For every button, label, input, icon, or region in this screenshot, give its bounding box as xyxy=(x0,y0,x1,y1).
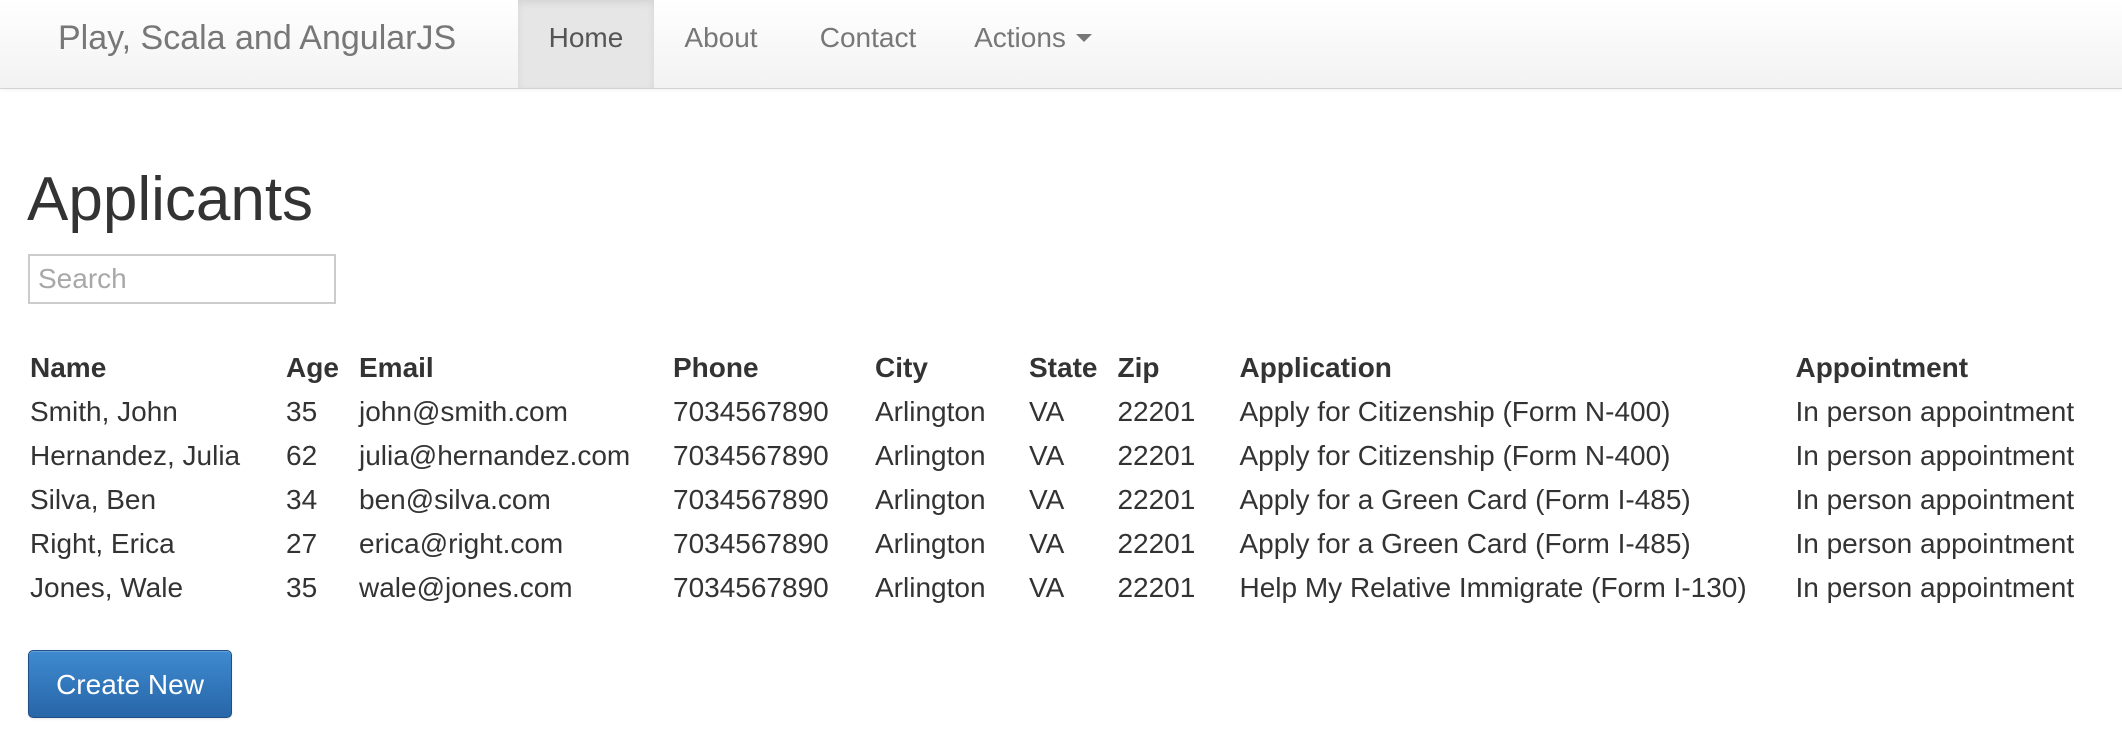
cell-age: 34 xyxy=(286,484,318,515)
cell-name: Jones, Wale xyxy=(30,572,184,603)
cell-city: Arlington xyxy=(875,572,986,603)
cell-state: VA xyxy=(1029,440,1065,471)
cell-phone: 7034567890 xyxy=(673,484,829,515)
column-header-application[interactable]: Application xyxy=(1229,346,1785,390)
cell-city: Arlington xyxy=(875,440,986,471)
cell-application: Help My Relative Immigrate (Form I-130) xyxy=(1239,572,1747,603)
cell-state: VA xyxy=(1029,396,1065,427)
table-row[interactable]: Hernandez, Julia 62 julia@hernandez.com … xyxy=(20,434,2105,478)
nav-item-about[interactable]: About xyxy=(654,0,788,88)
column-header-age[interactable]: Age xyxy=(276,346,349,390)
table-row[interactable]: Jones, Wale 35 wale@jones.com 7034567890… xyxy=(20,566,2105,610)
cell-phone: 7034567890 xyxy=(673,572,829,603)
column-header-state[interactable]: State xyxy=(1019,346,1107,390)
cell-appointment: In person appointment xyxy=(1795,484,2075,515)
table-header-row: Name Age Email Phone City State Zip Appl… xyxy=(20,346,2105,390)
cell-appointment: In person appointment xyxy=(1795,440,2075,471)
cell-name: Right, Erica xyxy=(30,528,175,559)
cell-phone: 7034567890 xyxy=(673,440,829,471)
cell-application: Apply for a Green Card (Form I-485) xyxy=(1239,528,1691,559)
cell-zip: 22201 xyxy=(1117,396,1196,427)
column-header-phone[interactable]: Phone xyxy=(663,346,865,390)
nav-item-label: Actions xyxy=(974,22,1066,53)
cell-age: 35 xyxy=(286,396,318,427)
cell-age: 62 xyxy=(286,440,318,471)
cell-phone: 7034567890 xyxy=(673,528,829,559)
table-row[interactable]: Right, Erica 27 erica@right.com 70345678… xyxy=(20,522,2105,566)
nav-item-actions-dropdown[interactable]: Actions xyxy=(948,0,1118,88)
cell-zip: 22201 xyxy=(1117,572,1196,603)
nav-item-home[interactable]: Home xyxy=(518,0,654,88)
cell-zip: 22201 xyxy=(1117,440,1196,471)
caret-down-icon xyxy=(1075,33,1092,42)
column-header-email[interactable]: Email xyxy=(349,346,663,390)
nav-item-label: Home xyxy=(548,22,624,53)
nav-item-label: Contact xyxy=(819,22,917,53)
column-header-city[interactable]: City xyxy=(865,346,1019,390)
cell-state: VA xyxy=(1029,572,1065,603)
cell-zip: 22201 xyxy=(1117,484,1196,515)
cell-state: VA xyxy=(1029,528,1065,559)
cell-application: Apply for Citizenship (Form N-400) xyxy=(1239,396,1671,427)
search-input[interactable] xyxy=(28,254,336,304)
page-title: Applicants xyxy=(27,165,314,234)
cell-state: VA xyxy=(1029,484,1065,515)
column-header-name[interactable]: Name xyxy=(20,346,276,390)
cell-city: Arlington xyxy=(875,484,986,515)
nav-item-contact[interactable]: Contact xyxy=(788,0,948,88)
nav-item-label: About xyxy=(684,22,758,53)
cell-zip: 22201 xyxy=(1117,528,1196,559)
cell-application: Apply for Citizenship (Form N-400) xyxy=(1239,440,1671,471)
applicants-table: Name Age Email Phone City State Zip Appl… xyxy=(20,346,2105,610)
cell-appointment: In person appointment xyxy=(1795,572,2075,603)
cell-email: john@smith.com xyxy=(359,396,568,427)
cell-city: Arlington xyxy=(875,528,986,559)
brand-link[interactable]: Play, Scala and AngularJS xyxy=(58,0,456,76)
cell-application: Apply for a Green Card (Form I-485) xyxy=(1239,484,1691,515)
column-header-zip[interactable]: Zip xyxy=(1107,346,1229,390)
cell-email: erica@right.com xyxy=(359,528,564,559)
cell-name: Silva, Ben xyxy=(30,484,157,515)
cell-appointment: In person appointment xyxy=(1795,528,2075,559)
table-row[interactable]: Smith, John 35 john@smith.com 7034567890… xyxy=(20,390,2105,434)
cell-city: Arlington xyxy=(875,396,986,427)
cell-name: Smith, John xyxy=(30,396,178,427)
cell-name: Hernandez, Julia xyxy=(30,440,241,471)
column-header-appointment[interactable]: Appointment xyxy=(1785,346,2105,390)
navbar: Play, Scala and AngularJS Home About Con… xyxy=(0,0,2122,89)
create-new-button[interactable]: Create New xyxy=(28,650,232,718)
cell-age: 35 xyxy=(286,572,318,603)
cell-age: 27 xyxy=(286,528,318,559)
cell-phone: 7034567890 xyxy=(673,396,829,427)
cell-email: julia@hernandez.com xyxy=(359,440,631,471)
cell-email: ben@silva.com xyxy=(359,484,551,515)
cell-email: wale@jones.com xyxy=(359,572,573,603)
table-row[interactable]: Silva, Ben 34 ben@silva.com 7034567890 A… xyxy=(20,478,2105,522)
cell-appointment: In person appointment xyxy=(1795,396,2075,427)
